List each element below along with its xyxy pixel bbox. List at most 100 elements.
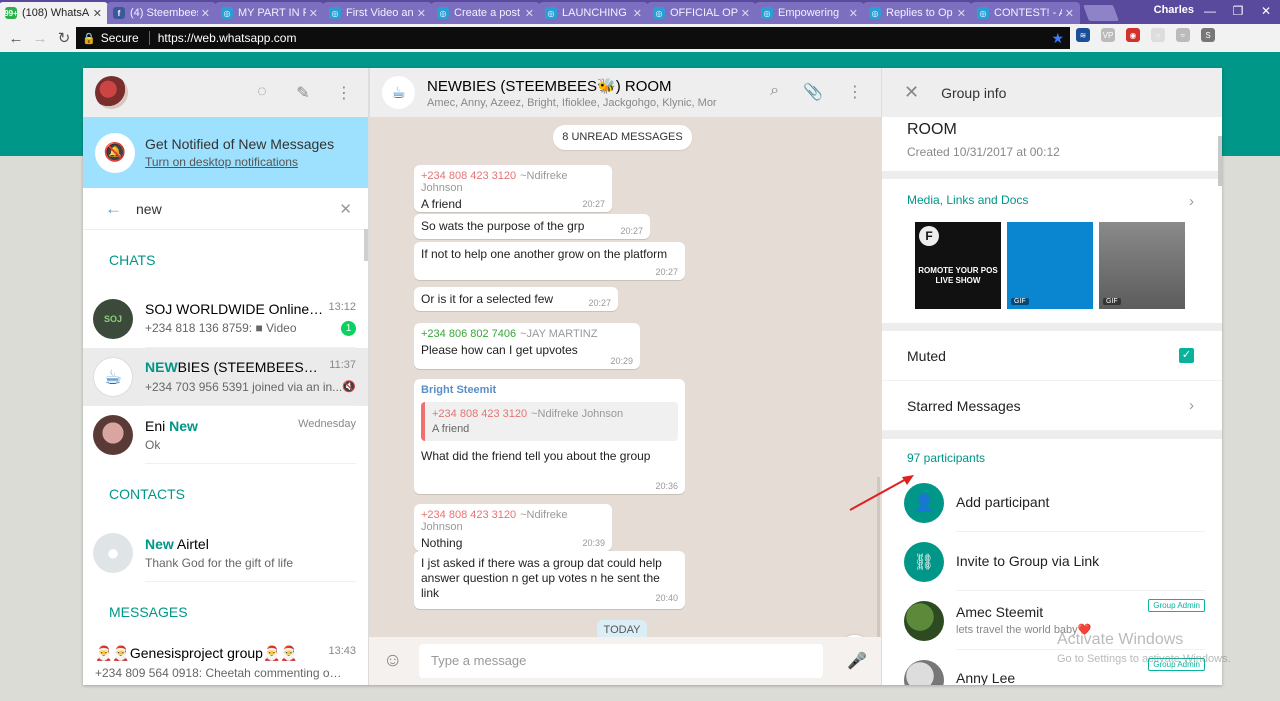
- lock-icon: 🔒: [82, 32, 96, 45]
- conversation-header[interactable]: ☕ NEWBIES (STEEMBEES🐝) ROOM Amec, Anny, …: [369, 68, 881, 117]
- status-icon[interactable]: ◌: [252, 83, 272, 103]
- profile-name[interactable]: Charles: [1154, 4, 1194, 16]
- browser-tab[interactable]: ◎ OFFICIAL OP ✕: [647, 2, 756, 24]
- group-created-date: Created 10/31/2017 at 00:12: [907, 145, 1060, 159]
- tab-close-icon[interactable]: ✕: [417, 7, 426, 20]
- search-icon[interactable]: ⌕: [770, 82, 779, 102]
- vp-icon[interactable]: VP: [1101, 28, 1115, 42]
- back-arrow-icon[interactable]: ←: [105, 199, 122, 219]
- message-preview: +234 809 564 0918: Cheetah commenting on…: [95, 665, 345, 680]
- invite-link-button[interactable]: ⛓ Invite to Group via Link: [882, 532, 1222, 591]
- tab-close-icon[interactable]: ✕: [201, 7, 210, 20]
- group-avatar[interactable]: ☕: [382, 76, 415, 109]
- message-bubble[interactable]: I jst asked if there was a group dat cou…: [414, 551, 685, 609]
- steem-icon[interactable]: ≋: [1076, 28, 1090, 42]
- menu-icon[interactable]: ⋮: [847, 82, 863, 102]
- message-item[interactable]: 🎅🎅Genesisproject group🎅🎅 13:43 +234 809 …: [83, 642, 368, 682]
- group-room-name[interactable]: ROOM: [882, 117, 1222, 139]
- my-avatar[interactable]: [95, 76, 128, 109]
- circle-icon[interactable]: ○: [1151, 28, 1165, 42]
- default-avatar-icon: ●: [93, 533, 133, 573]
- quoted-message[interactable]: +234 808 423 3120 ~Ndifreke Johnson A fri…: [421, 402, 678, 441]
- tab-favicon-icon: f: [113, 7, 125, 19]
- new-chat-icon[interactable]: ✎: [293, 83, 313, 103]
- tab-close-icon[interactable]: ✕: [93, 7, 102, 20]
- contact-item-new-airtel[interactable]: ● New Airtel Thank God for the gift of l…: [83, 524, 368, 582]
- chat-item-newbies[interactable]: ☕ NEWBIES (STEEMBEES🐝) ... 11:37 +234 70…: [83, 348, 368, 406]
- message-bubble[interactable]: So wats the purpose of the grp 20:27: [414, 214, 650, 239]
- browser-tab[interactable]: 99+ (108) WhatsApp✕: [0, 2, 108, 24]
- url-field[interactable]: 🔒 Secure https://web.whatsapp.com ★: [76, 27, 1070, 49]
- chat-name: NEWBIES (STEEMBEES🐝) ...: [145, 359, 325, 375]
- message-text: So wats the purpose of the grp: [421, 219, 585, 233]
- menu-icon[interactable]: ⋮: [334, 83, 354, 103]
- emoji-icon[interactable]: ☺: [383, 650, 407, 672]
- clear-search-icon[interactable]: ✕: [339, 200, 352, 218]
- message-chat-name: 🎅🎅Genesisproject group🎅🎅: [95, 644, 298, 661]
- conversation-pane: ☕ NEWBIES (STEEMBEES🐝) ROOM Amec, Anny, …: [369, 68, 881, 685]
- message-text: If not to help one another grow on the p…: [421, 247, 668, 261]
- muted-checkbox[interactable]: ✓: [1179, 348, 1194, 363]
- muted-row[interactable]: Muted ✓: [882, 331, 1222, 381]
- notification-banner[interactable]: 🔕 Get Notified of New Messages Turn on d…: [83, 117, 368, 188]
- minimize-icon[interactable]: —: [1196, 0, 1224, 24]
- maximize-icon[interactable]: ❐: [1224, 0, 1252, 24]
- tab-favicon-icon: ◎: [221, 7, 233, 19]
- message-bubble[interactable]: Bright Steemit +234 808 423 3120 ~Ndifrek…: [414, 379, 685, 494]
- s-icon[interactable]: S: [1201, 28, 1215, 42]
- attach-icon[interactable]: 📎: [803, 82, 823, 102]
- extension-icons: ≋ VP ◉ ○ ≈ S: [1076, 28, 1226, 42]
- bookmark-star-icon[interactable]: ★: [1051, 30, 1064, 47]
- media-thumbnail[interactable]: GIF: [1007, 222, 1093, 309]
- browser-tab[interactable]: ◎ First Video an ✕: [323, 2, 432, 24]
- tab-close-icon[interactable]: ✕: [1065, 7, 1074, 20]
- browser-tab[interactable]: ◎ Empowering ✕: [755, 2, 864, 24]
- add-participant-button[interactable]: 👤 Add participant: [882, 473, 1222, 532]
- tab-title: First Video an: [346, 7, 414, 19]
- browser-tab[interactable]: f (4) Steembees ✕: [107, 2, 216, 24]
- message-bubble[interactable]: +234 806 802 7406 ~JAY MARTINZ Please how…: [414, 323, 640, 369]
- enable-notifications-link[interactable]: Turn on desktop notifications: [145, 155, 334, 169]
- message-bubble[interactable]: +234 808 423 3120 ~Ndifreke Johnson Nothi…: [414, 504, 612, 551]
- starred-messages-row[interactable]: Starred Messages ›: [882, 381, 1222, 431]
- browser-tab[interactable]: ◎ MY PART IN P ✕: [215, 2, 324, 24]
- reload-icon[interactable]: ↻: [52, 29, 76, 47]
- tab-close-icon[interactable]: ✕: [525, 7, 534, 20]
- close-window-icon[interactable]: ✕: [1252, 0, 1280, 24]
- chat-item-eni[interactable]: Eni New Wednesday Ok: [83, 406, 368, 464]
- sidebar-scrollbar[interactable]: [364, 229, 368, 261]
- media-links-docs-link[interactable]: Media, Links and Docs ›: [882, 179, 1222, 222]
- media-thumbnail[interactable]: F ROMOTE YOUR POS LIVE SHOW: [915, 222, 1001, 309]
- tab-close-icon[interactable]: ✕: [309, 7, 318, 20]
- group-info-scrollbar[interactable]: [1218, 136, 1222, 186]
- message-bubble[interactable]: If not to help one another grow on the p…: [414, 242, 685, 280]
- back-arrow-icon[interactable]: ←: [4, 30, 28, 47]
- close-icon[interactable]: ✕: [904, 82, 919, 103]
- tab-title: CONTEST! - A: [994, 7, 1062, 19]
- opera-icon[interactable]: ◉: [1126, 28, 1140, 42]
- browser-tab[interactable]: ◎ LAUNCHING ✕: [539, 2, 648, 24]
- browser-tab[interactable]: ◎ Create a post ✕: [431, 2, 540, 24]
- chat-preview: Ok: [145, 437, 161, 452]
- tab-close-icon[interactable]: ✕: [633, 7, 642, 20]
- microphone-icon[interactable]: 🎤: [847, 651, 867, 671]
- chat-avatar: ☕: [93, 357, 133, 397]
- tab-title: (4) Steembees: [130, 7, 198, 19]
- sidebar-header: ◌ ✎ ⋮: [83, 68, 368, 117]
- participant-avatar: [904, 600, 944, 641]
- chat-item-soj[interactable]: SOJ SOJ WORLDWIDE Online Ne... 13:12 +23…: [83, 290, 368, 348]
- new-tab-button[interactable]: [1083, 5, 1119, 21]
- tab-close-icon[interactable]: ✕: [957, 7, 966, 20]
- tab-close-icon[interactable]: ✕: [849, 7, 858, 20]
- forward-arrow-icon[interactable]: →: [28, 30, 52, 47]
- message-input[interactable]: Type a message: [419, 644, 823, 678]
- search-input[interactable]: new: [136, 201, 339, 217]
- wave-icon[interactable]: ≈: [1176, 28, 1190, 42]
- annotation-arrow: [849, 475, 914, 511]
- browser-tab[interactable]: ◎ CONTEST! - A ✕: [971, 2, 1080, 24]
- tab-close-icon[interactable]: ✕: [741, 7, 750, 20]
- media-thumbnail[interactable]: GIF: [1099, 222, 1185, 309]
- message-bubble[interactable]: +234 808 423 3120 ~Ndifreke Johnson A fri…: [414, 165, 612, 212]
- browser-tab[interactable]: ◎ Replies to Op ✕: [863, 2, 972, 24]
- message-bubble[interactable]: Or is it for a selected few 20:27: [414, 287, 618, 311]
